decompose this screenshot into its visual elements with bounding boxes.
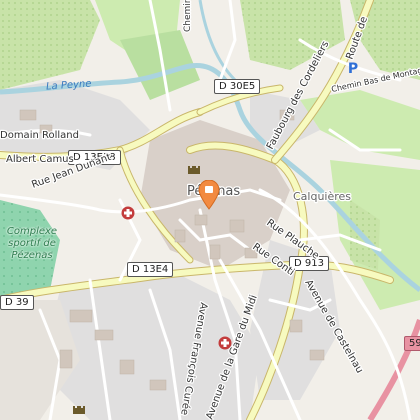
road-badge-d39: D 39 [0,295,34,310]
castle-icon[interactable] [72,401,86,415]
road-badge-59: 59 [404,336,420,351]
road-badge-d30e5: D 30E5 [214,79,261,94]
hospital-icon[interactable] [218,336,232,350]
road-badge-d13e4: D 13E4 [127,262,174,277]
map-view[interactable]: D 30E5 D 13E18 D 13E4 D 913 D 39 59 La P… [0,0,420,420]
hospital-icon[interactable] [121,206,135,220]
road-badge-d913: D 913 [289,256,329,271]
castle-icon[interactable] [187,161,201,175]
parking-icon[interactable]: P [346,62,360,76]
map-pin-icon[interactable] [198,180,220,210]
road-badge-d13e18: D 13E18 [68,150,121,165]
motorway[interactable] [367,319,420,420]
poi-complexe-sportif[interactable]: Complexe sportif de Pézenas [0,226,64,262]
